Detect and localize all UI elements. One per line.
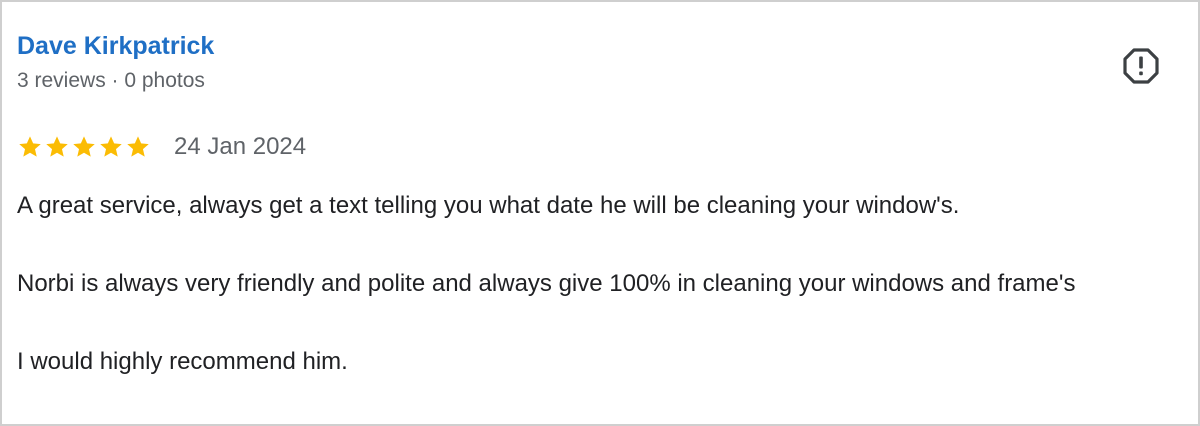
star-icon xyxy=(127,136,149,157)
reviewer-stats: 3 reviews · 0 photos xyxy=(17,69,205,92)
review-paragraph: Norbi is always very friendly and polite… xyxy=(17,270,1076,297)
report-icon xyxy=(1123,48,1159,84)
star-icon xyxy=(46,136,68,157)
review-paragraph: A great service, always get a text telli… xyxy=(17,192,960,219)
star-icon xyxy=(73,136,95,157)
review-paragraph: I would highly recommend him. xyxy=(17,348,348,375)
star-icon xyxy=(100,136,122,157)
reviewer-name-link[interactable]: Dave Kirkpatrick xyxy=(17,31,214,61)
review-date: 24 Jan 2024 xyxy=(174,133,307,160)
review-card: Dave Kirkpatrick 3 reviews · 0 photos 24… xyxy=(0,0,1200,426)
report-review-button[interactable] xyxy=(1122,47,1160,85)
review-text: A great service, always get a text telli… xyxy=(17,187,1187,381)
star-rating xyxy=(17,134,151,160)
star-icon xyxy=(19,136,41,157)
rating-row: 24 Jan 2024 xyxy=(17,131,306,163)
